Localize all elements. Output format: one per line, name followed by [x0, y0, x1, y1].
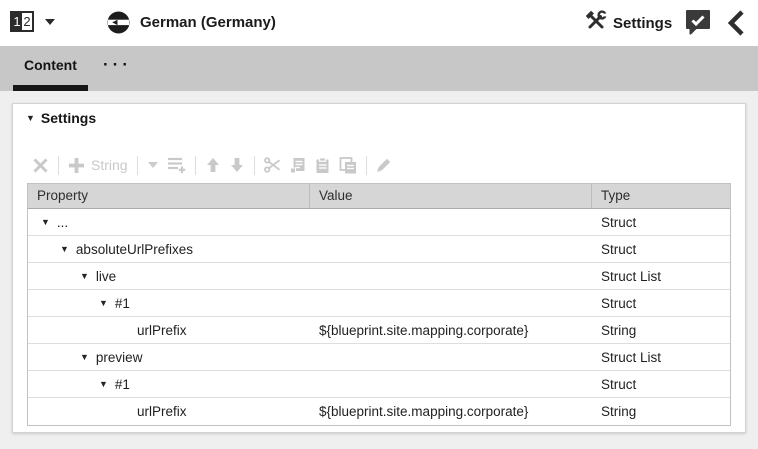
- column-header-value[interactable]: Value: [309, 184, 591, 208]
- add-property-button[interactable]: String: [68, 157, 128, 174]
- property-name: urlPrefix: [137, 323, 187, 338]
- studio-form-window: 1 2 German (Germany): [0, 0, 758, 449]
- property-type: Struct: [591, 242, 730, 257]
- settings-section-header[interactable]: ▼ Settings: [26, 110, 96, 126]
- row-expander-icon[interactable]: ▼: [80, 352, 89, 362]
- doctype-label: Settings: [613, 15, 672, 32]
- property-name: preview: [96, 350, 143, 365]
- issues-check-button[interactable]: [684, 8, 712, 36]
- copy-button[interactable]: [289, 157, 306, 174]
- property-name: #1: [115, 377, 130, 392]
- add-to-list-button[interactable]: [167, 156, 186, 174]
- property-name: urlPrefix: [137, 404, 187, 419]
- table-row[interactable]: ▼ live Struct List: [28, 263, 730, 290]
- property-name: ...: [57, 215, 68, 230]
- toolbar-separator: [137, 156, 138, 175]
- section-title: Settings: [41, 110, 96, 126]
- paste-button[interactable]: [314, 157, 331, 174]
- settings-tools-icon: [585, 10, 607, 37]
- toolbar-separator: [195, 156, 196, 175]
- tab-strip: Content ···: [0, 46, 758, 91]
- table-row[interactable]: ▼ preview Struct List: [28, 344, 730, 371]
- table-row[interactable]: urlPrefix ${blueprint.site.mapping.corpo…: [28, 398, 730, 425]
- property-type: Struct: [591, 296, 730, 311]
- view-pane-1-label: 1: [12, 13, 22, 30]
- table-row[interactable]: ▼ absoluteUrlPrefixes Struct: [28, 236, 730, 263]
- row-expander-icon[interactable]: ▼: [99, 379, 108, 389]
- row-expander-icon[interactable]: ▼: [60, 244, 69, 254]
- view-pane-2-label: 2: [22, 13, 32, 30]
- property-type: Struct List: [591, 350, 730, 365]
- table-row[interactable]: ▼ #1 Struct: [28, 371, 730, 398]
- tab-more-button[interactable]: ···: [103, 46, 132, 85]
- property-name: #1: [115, 296, 130, 311]
- property-type: Struct: [591, 377, 730, 392]
- property-value: ${blueprint.site.mapping.corporate}: [309, 323, 591, 338]
- toolbar-separator: [254, 156, 255, 175]
- property-name: live: [96, 269, 116, 284]
- table-row[interactable]: urlPrefix ${blueprint.site.mapping.corpo…: [28, 317, 730, 344]
- form-header-bar: 1 2 German (Germany): [0, 0, 758, 46]
- toolbar-separator: [366, 156, 367, 175]
- row-expander-icon[interactable]: ▼: [99, 298, 108, 308]
- view-switcher-button[interactable]: 1 2: [10, 11, 34, 32]
- cut-button[interactable]: [264, 157, 281, 173]
- table-row[interactable]: ▼ #1 Struct: [28, 290, 730, 317]
- property-type: Struct List: [591, 269, 730, 284]
- tab-content[interactable]: Content: [24, 46, 77, 85]
- site-locale-icon: [107, 11, 130, 39]
- property-name: absoluteUrlPrefixes: [76, 242, 193, 257]
- property-value: ${blueprint.site.mapping.corporate}: [309, 404, 591, 419]
- table-header-row: Property Value Type: [28, 184, 730, 209]
- property-type: Struct: [591, 215, 730, 230]
- struct-property-table: Property Value Type ▼ ... Struct ▼ absol…: [27, 183, 731, 426]
- doctype-indicator: Settings: [585, 0, 672, 46]
- active-tab-underline: [13, 85, 88, 91]
- locale-title: German (Germany): [140, 0, 276, 46]
- move-up-button[interactable]: [205, 157, 221, 173]
- row-expander-icon[interactable]: ▼: [80, 271, 89, 281]
- section-expander-icon[interactable]: ▼: [26, 113, 35, 123]
- add-property-type-label: String: [91, 157, 128, 173]
- view-switcher-dropdown-icon[interactable]: [45, 19, 55, 25]
- property-type: String: [591, 323, 730, 338]
- table-row[interactable]: ▼ ... Struct: [28, 209, 730, 236]
- collapse-panel-button[interactable]: [725, 10, 747, 36]
- remove-property-button[interactable]: [32, 157, 49, 174]
- column-header-type[interactable]: Type: [591, 184, 730, 208]
- move-down-button[interactable]: [229, 157, 245, 173]
- property-type: String: [591, 404, 730, 419]
- toolbar-separator: [58, 156, 59, 175]
- struct-editor-toolbar: String: [28, 152, 396, 178]
- settings-property-panel: ▼ Settings String: [12, 103, 746, 433]
- paste-into-button[interactable]: [339, 157, 357, 174]
- row-expander-icon[interactable]: ▼: [41, 217, 50, 227]
- edit-property-button[interactable]: [376, 157, 392, 173]
- add-type-dropdown-button[interactable]: [147, 160, 159, 170]
- column-header-property[interactable]: Property: [28, 184, 309, 208]
